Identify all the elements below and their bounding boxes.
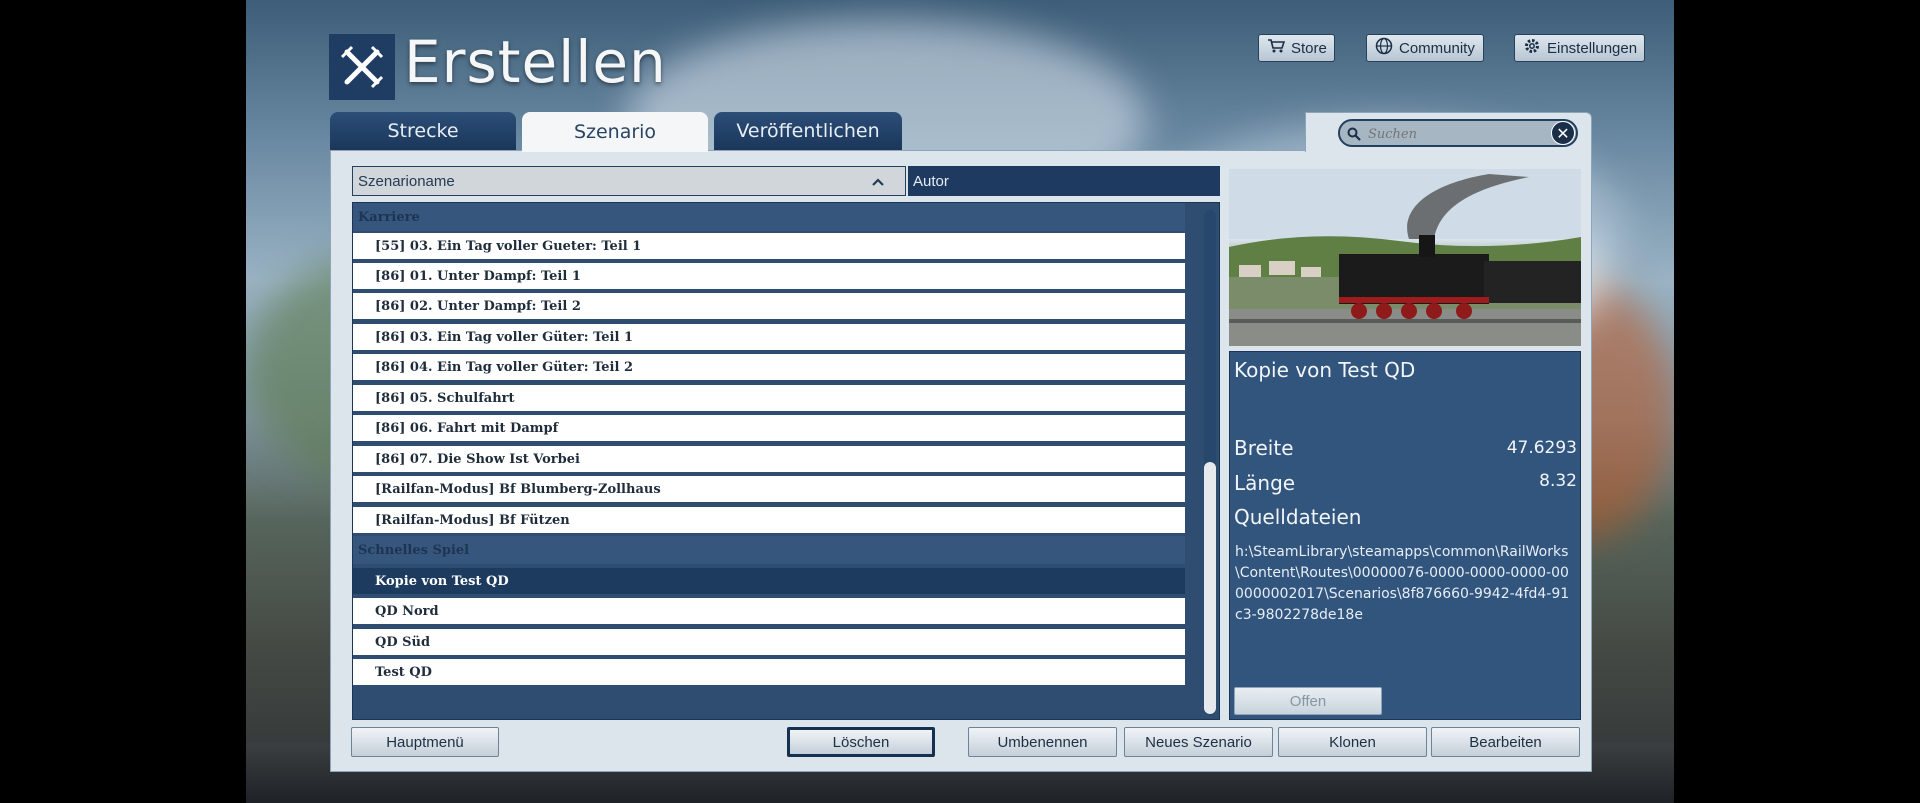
- globe-icon: [1375, 37, 1393, 59]
- list-item-label: [86] 01. Unter Dampf: Teil 1: [375, 268, 581, 284]
- group-header-schnelles-spiel: Schnelles Spiel: [353, 536, 1185, 564]
- column-name-label: Szenarioname: [358, 172, 455, 190]
- list-item-label: [86] 06. Fahrt mit Dampf: [375, 420, 559, 436]
- rename-button[interactable]: Umbenennen: [968, 727, 1117, 757]
- cart-icon: [1267, 38, 1286, 58]
- store-label: Store: [1291, 39, 1327, 57]
- list-item[interactable]: [86] 01. Unter Dampf: Teil 1: [353, 262, 1185, 289]
- gear-icon: [1523, 37, 1541, 59]
- column-header-name[interactable]: Szenarioname: [352, 166, 906, 196]
- list-item[interactable]: [86] 04. Ein Tag voller Güter: Teil 2: [353, 353, 1185, 380]
- list-item[interactable]: [86] 03. Ein Tag voller Güter: Teil 1: [353, 323, 1185, 350]
- scenario-list: Karriere [55] 03. Ein Tag voller Gueter:…: [352, 202, 1220, 720]
- list-item-label: Test QD: [375, 664, 432, 680]
- group-label: Karriere: [358, 209, 420, 225]
- scenario-preview-image: [1229, 169, 1581, 346]
- page-title: Erstellen: [404, 28, 667, 96]
- search-input[interactable]: [1366, 123, 1540, 145]
- list-item[interactable]: [86] 05. Schulfahrt: [353, 384, 1185, 411]
- list-item-label: [86] 02. Unter Dampf: Teil 2: [375, 298, 581, 314]
- open-button[interactable]: Offen: [1234, 687, 1382, 715]
- edit-button[interactable]: Bearbeiten: [1431, 727, 1580, 757]
- list-item-label: [55] 03. Ein Tag voller Gueter: Teil 1: [375, 238, 642, 254]
- width-label: Breite: [1234, 436, 1294, 460]
- new-scenario-button[interactable]: Neues Szenario: [1124, 727, 1273, 757]
- details-title: Kopie von Test QD: [1234, 358, 1416, 382]
- list-item[interactable]: [55] 03. Ein Tag voller Gueter: Teil 1: [353, 232, 1185, 259]
- list-item-label: [Railfan-Modus] Bf Blumberg-Zollhaus: [375, 481, 661, 497]
- list-item[interactable]: [Railfan-Modus] Bf Fützen: [353, 506, 1185, 533]
- scenario-details: Kopie von Test QD Breite 47.6293 Länge 8…: [1229, 351, 1581, 720]
- scrollbar-thumb[interactable]: [1204, 462, 1216, 714]
- list-item-label: [86] 05. Schulfahrt: [375, 390, 515, 406]
- delete-button[interactable]: Löschen: [787, 727, 935, 757]
- length-value: 8.32: [1539, 471, 1577, 491]
- clear-search-icon[interactable]: ✕: [1551, 121, 1575, 145]
- list-item-label: Kopie von Test QD: [375, 573, 509, 589]
- tab-label: Strecke: [387, 120, 459, 142]
- tab-strecke[interactable]: Strecke: [330, 112, 516, 150]
- list-item-label: QD Nord: [375, 603, 439, 619]
- search-field[interactable]: ✕: [1338, 119, 1578, 147]
- list-item-label: [Railfan-Modus] Bf Fützen: [375, 512, 570, 528]
- column-author-label: Autor: [913, 172, 949, 190]
- editor-tools-icon: [329, 34, 395, 100]
- source-files-label: Quelldateien: [1234, 505, 1362, 529]
- tab-veroeffentlichen[interactable]: Veröffentlichen: [714, 112, 902, 150]
- list-item-label: QD Süd: [375, 634, 431, 650]
- chevron-up-icon: [871, 174, 885, 191]
- store-button[interactable]: Store: [1258, 34, 1335, 62]
- search-icon: [1347, 126, 1361, 145]
- tab-label: Veröffentlichen: [736, 120, 880, 142]
- list-item[interactable]: [86] 07. Die Show Ist Vorbei: [353, 445, 1185, 472]
- column-header-author[interactable]: Autor: [908, 166, 1220, 196]
- group-label: Schnelles Spiel: [358, 542, 470, 558]
- list-item[interactable]: Test QD: [353, 658, 1185, 685]
- main-menu-button[interactable]: Hauptmenü: [351, 727, 499, 757]
- clone-button[interactable]: Klonen: [1278, 727, 1427, 757]
- tab-szenario[interactable]: Szenario: [522, 112, 708, 152]
- tab-label: Szenario: [573, 121, 657, 143]
- length-label: Länge: [1234, 471, 1296, 495]
- list-item[interactable]: [86] 06. Fahrt mit Dampf: [353, 414, 1185, 441]
- settings-label: Einstellungen: [1547, 39, 1638, 57]
- community-label: Community: [1399, 39, 1475, 57]
- source-file-path: h:\SteamLibrary\steamapps\common\RailWor…: [1235, 544, 1570, 623]
- community-button[interactable]: Community: [1366, 34, 1484, 62]
- settings-button[interactable]: Einstellungen: [1514, 34, 1645, 62]
- list-item[interactable]: QD Süd: [353, 628, 1185, 655]
- list-item-label: [86] 03. Ein Tag voller Güter: Teil 1: [375, 329, 634, 345]
- list-item-label: [86] 04. Ein Tag voller Güter: Teil 2: [375, 359, 634, 375]
- list-item[interactable]: QD Nord: [353, 597, 1185, 624]
- group-header-karriere: Karriere: [353, 203, 1185, 231]
- list-item-label: [86] 07. Die Show Ist Vorbei: [375, 451, 580, 467]
- list-item[interactable]: [86] 02. Unter Dampf: Teil 2: [353, 292, 1185, 319]
- list-item-selected[interactable]: Kopie von Test QD: [353, 567, 1185, 594]
- width-value: 47.6293: [1506, 438, 1577, 458]
- list-item[interactable]: [Railfan-Modus] Bf Blumberg-Zollhaus: [353, 475, 1185, 502]
